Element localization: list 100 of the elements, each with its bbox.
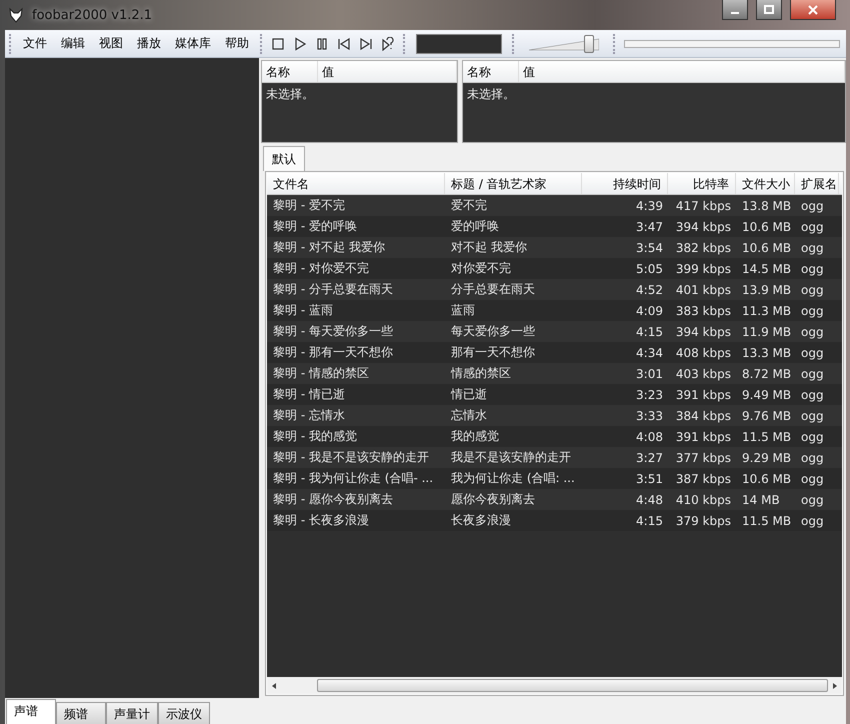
table-cell-text: 8.72 MB xyxy=(741,366,792,380)
close-button[interactable] xyxy=(790,0,836,20)
table-cell-text: ogg xyxy=(800,408,825,422)
table-cell-text: 417 kbps xyxy=(674,198,732,212)
column-header[interactable]: 值 xyxy=(318,61,457,82)
table-cell-text: 对你爱不完 xyxy=(450,260,512,277)
menu-item[interactable]: 视图 xyxy=(92,35,130,52)
table-cell-text: ogg xyxy=(800,492,825,506)
table-cell-text: 399 kbps xyxy=(674,262,732,276)
table-cell-text: ogg xyxy=(800,262,825,276)
table-cell-text: 379 kbps xyxy=(674,514,732,528)
menu-item[interactable]: 帮助 xyxy=(218,35,256,52)
table-cell-text: ogg xyxy=(800,472,825,486)
app-logo-icon xyxy=(8,7,24,23)
table-cell-text: 394 kbps xyxy=(674,220,732,234)
column-header[interactable]: 扩展名 xyxy=(795,173,839,194)
table-cell-text: ogg xyxy=(800,324,825,338)
table-cell-text: 10.6 MB xyxy=(741,240,792,254)
column-header[interactable]: 标题 / 音轨艺术家 xyxy=(445,173,582,194)
table-cell-text: 377 kbps xyxy=(674,450,732,464)
table-cell-text: 14.5 MB xyxy=(741,262,792,276)
volume-slider[interactable] xyxy=(529,34,599,54)
table-cell-text: 黎明 - 我的感觉 xyxy=(272,428,358,445)
tab[interactable]: 声量计 xyxy=(106,702,158,724)
table-cell-text: ogg xyxy=(800,430,825,444)
table-cell-text: 4:09 xyxy=(635,304,664,318)
table-cell-text: 忘情水 xyxy=(450,407,488,424)
window-title: foobar2000 v1.2.1 xyxy=(32,8,154,22)
column-header[interactable]: 文件大小 xyxy=(736,173,795,194)
table-cell-text: 长夜多浪漫 xyxy=(450,512,512,529)
table-cell-text: 3:33 xyxy=(635,408,664,422)
table-cell-text: 384 kbps xyxy=(674,408,732,422)
table-cell-text: 黎明 - 爱不完 xyxy=(272,197,346,214)
table-cell-text: 黎明 - 我为何让你走 (合唱- ... xyxy=(272,470,434,487)
column-header[interactable]: 比特率 xyxy=(668,173,736,194)
column-header[interactable]: 持续时间 xyxy=(582,173,668,194)
table-cell-text: 5:05 xyxy=(635,262,664,276)
table-cell-text: 我为何让你走 (合唱: ... xyxy=(450,470,576,487)
table-cell-text: 4:48 xyxy=(635,492,664,506)
table-cell-text: 10.6 MB xyxy=(741,220,792,234)
horizontal-scrollbar[interactable] xyxy=(267,677,842,694)
table-cell-text: 383 kbps xyxy=(674,304,732,318)
table-cell-text: 黎明 - 每天爱你多一些 xyxy=(272,323,394,340)
table-cell-text: 黎明 - 情已逝 xyxy=(272,386,346,403)
table-cell-text: 4:15 xyxy=(635,514,664,528)
column-header[interactable]: 名称 xyxy=(262,61,318,82)
empty-message: 未选择。 xyxy=(466,86,516,103)
minimize-icon xyxy=(731,12,739,14)
tab[interactable]: 频谱 xyxy=(56,702,106,724)
close-icon xyxy=(808,4,818,14)
table-cell-text: 382 kbps xyxy=(674,240,732,254)
scrollbar-thumb[interactable] xyxy=(316,679,828,692)
table-cell-text: 4:15 xyxy=(635,324,664,338)
table-cell-text: 11.5 MB xyxy=(741,514,792,528)
table-cell-text: ogg xyxy=(800,514,825,528)
minimize-button[interactable] xyxy=(722,0,748,20)
column-header[interactable]: 文件名 xyxy=(267,173,445,194)
table-cell-text: 9.29 MB xyxy=(741,450,792,464)
menu-item[interactable]: 编辑 xyxy=(54,35,92,52)
table-cell-text: 13.8 MB xyxy=(741,198,792,212)
table-cell-text: 愿你今夜别离去 xyxy=(450,491,536,508)
table-cell-text: 11.9 MB xyxy=(741,324,792,338)
table-cell-text: ogg xyxy=(800,240,825,254)
maximize-button[interactable] xyxy=(756,0,782,20)
menu-item[interactable]: 文件 xyxy=(16,35,54,52)
table-cell-text: 黎明 - 长夜多浪漫 xyxy=(272,512,370,529)
menu-item[interactable]: 媒体库 xyxy=(168,35,218,52)
table-cell-text: 4:52 xyxy=(635,282,664,296)
column-header[interactable]: 值 xyxy=(519,61,845,82)
table-cell-text: 14 MB xyxy=(741,492,781,506)
table-cell-text: 13.3 MB xyxy=(741,346,792,360)
playlist-tab[interactable]: 默认 xyxy=(263,146,305,171)
table-cell-text: 黎明 - 我是不是该安静的走开 xyxy=(272,449,430,466)
table-cell-text: 13.9 MB xyxy=(741,282,792,296)
tab[interactable]: 示波仪 xyxy=(158,702,210,724)
column-header[interactable]: 名称 xyxy=(463,61,519,82)
table-cell-text: 403 kbps xyxy=(674,366,732,380)
table-cell-text: 408 kbps xyxy=(674,346,732,360)
empty-message: 未选择。 xyxy=(265,86,315,103)
table-cell-text: 每天爱你多一些 xyxy=(450,323,536,340)
table-cell-text: 10.6 MB xyxy=(741,472,792,486)
table-cell-text: 3:27 xyxy=(635,450,664,464)
table-cell-text: 9.49 MB xyxy=(741,388,792,402)
table-cell-text: 那有一天不想你 xyxy=(450,344,536,361)
table-cell-text: 黎明 - 那有一天不想你 xyxy=(272,344,394,361)
table-cell-text: 11.3 MB xyxy=(741,304,792,318)
table-cell-text: 情已逝 xyxy=(450,386,488,403)
table-cell-text: 我是不是该安静的走开 xyxy=(450,449,572,466)
table-cell-text: 391 kbps xyxy=(674,388,732,402)
table-cell-text: ogg xyxy=(800,346,825,360)
table-cell-text: 3:47 xyxy=(635,220,664,234)
menu-item[interactable]: 播放 xyxy=(130,35,168,52)
table-cell-text: 3:54 xyxy=(635,240,664,254)
table-cell-text: ogg xyxy=(800,450,825,464)
table-cell-text: ogg xyxy=(800,198,825,212)
maximize-icon xyxy=(764,4,774,14)
table-cell-text: 对不起 我爱你 xyxy=(450,239,528,256)
table-cell-text: 4:39 xyxy=(635,198,664,212)
tab[interactable]: 声谱 xyxy=(6,699,56,724)
table-cell-text: 黎明 - 蓝雨 xyxy=(272,302,334,319)
